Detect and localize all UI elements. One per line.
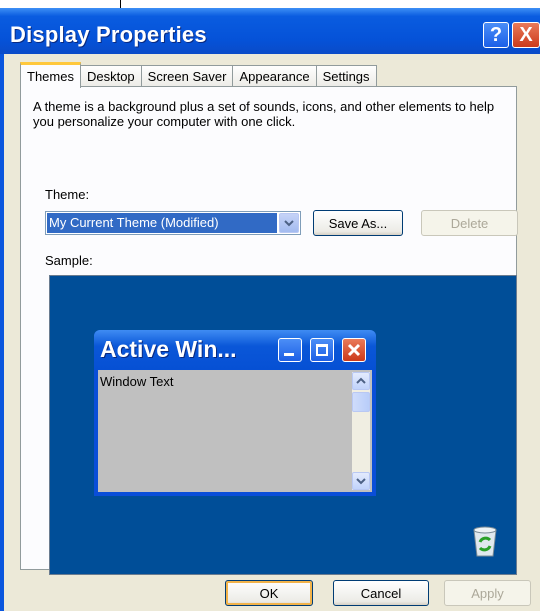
theme-sample-preview: Active Win... Window Text (49, 275, 517, 575)
chevron-down-icon (284, 220, 294, 227)
maximize-icon (310, 338, 334, 362)
sample-window-title: Active Win... (100, 336, 237, 362)
cancel-button[interactable]: Cancel (333, 580, 429, 606)
help-icon: ? (489, 23, 503, 46)
recycle-bin-icon (473, 526, 497, 557)
theme-dropdown-value: My Current Theme (Modified) (47, 213, 277, 233)
tab-desktop[interactable]: Desktop (79, 65, 142, 87)
theme-dropdown-button[interactable] (279, 213, 299, 233)
tab-screen-saver[interactable]: Screen Saver (140, 65, 234, 87)
minimize-icon (278, 338, 302, 362)
help-button[interactable]: ? (483, 22, 509, 48)
close-button[interactable]: X (512, 22, 540, 48)
window-title: Display Properties (10, 22, 207, 47)
themes-panel: A theme is a background plus a set of so… (20, 86, 518, 575)
apply-button[interactable]: Apply (444, 580, 531, 606)
tab-settings[interactable]: Settings (315, 65, 377, 87)
title-bar[interactable]: Display Properties ? X (0, 8, 540, 54)
dialog-client-area: Themes Desktop Screen Saver Appearance S… (4, 54, 540, 611)
sample-label: Sample: (45, 253, 93, 268)
theme-dropdown[interactable]: My Current Theme (Modified) (45, 211, 301, 235)
theme-label: Theme: (45, 187, 90, 202)
tab-strip: Themes Desktop Screen Saver Appearance S… (20, 62, 377, 88)
save-as-button[interactable]: Save As... (313, 210, 403, 236)
sample-active-window: Active Win... Window Text (94, 330, 376, 496)
scroll-up-icon (352, 372, 370, 390)
delete-button[interactable]: Delete (421, 210, 518, 236)
sample-window-text: Window Text (100, 374, 174, 389)
close-icon (342, 338, 366, 362)
display-properties-window: Display Properties ? X Themes Desktop Sc… (0, 0, 540, 611)
sample-window-body: Window Text (98, 370, 372, 492)
top-divider (120, 0, 121, 8)
tab-appearance[interactable]: Appearance (232, 65, 317, 87)
top-strip (0, 0, 540, 8)
tab-themes[interactable]: Themes (20, 62, 81, 88)
scroll-thumb (352, 392, 370, 412)
ok-button[interactable]: OK (225, 580, 313, 606)
sample-scrollbar (352, 372, 370, 490)
scroll-down-icon (352, 472, 370, 490)
sample-title-bar: Active Win... (94, 330, 376, 370)
theme-description: A theme is a background plus a set of so… (33, 99, 495, 129)
close-icon: X (519, 23, 533, 46)
